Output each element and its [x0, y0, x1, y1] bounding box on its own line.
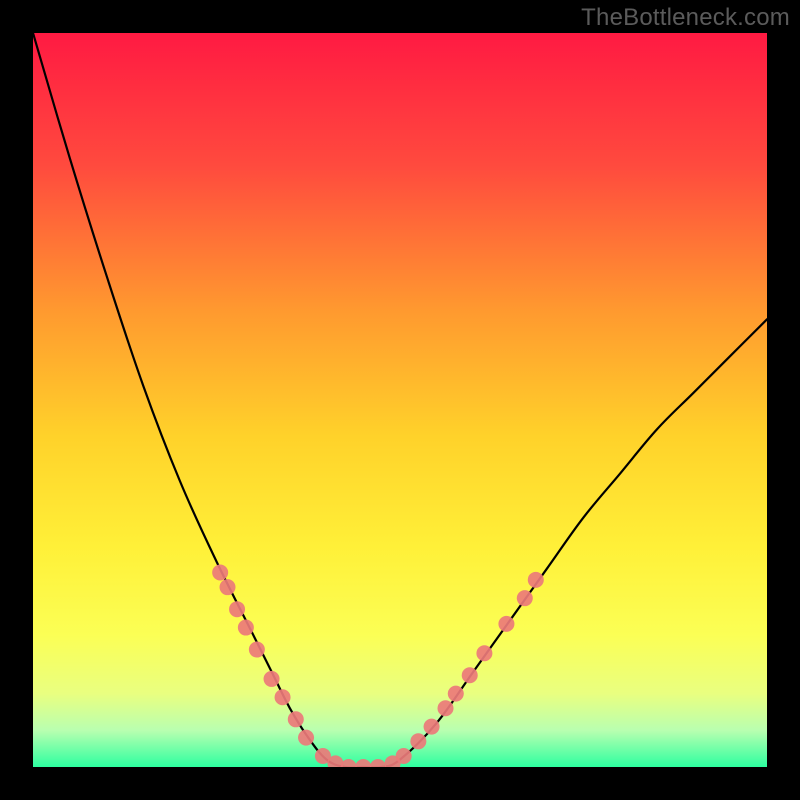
bottleneck-chart — [33, 33, 767, 767]
data-marker — [249, 642, 265, 658]
data-marker — [229, 601, 245, 617]
data-marker — [517, 590, 533, 606]
data-marker — [424, 719, 440, 735]
data-marker — [238, 620, 254, 636]
chart-frame: TheBottleneck.com — [0, 0, 800, 800]
data-marker — [298, 730, 314, 746]
watermark-text: TheBottleneck.com — [581, 4, 790, 32]
data-marker — [264, 671, 280, 687]
plot-area — [33, 33, 767, 767]
data-marker — [220, 579, 236, 595]
data-marker — [212, 564, 228, 580]
data-marker — [396, 748, 412, 764]
data-marker — [462, 667, 478, 683]
data-marker — [528, 572, 544, 588]
data-marker — [438, 700, 454, 716]
data-marker — [448, 686, 464, 702]
gradient-background — [33, 33, 767, 767]
data-marker — [476, 645, 492, 661]
data-marker — [410, 733, 426, 749]
data-marker — [498, 616, 514, 632]
data-marker — [288, 711, 304, 727]
data-marker — [275, 689, 291, 705]
